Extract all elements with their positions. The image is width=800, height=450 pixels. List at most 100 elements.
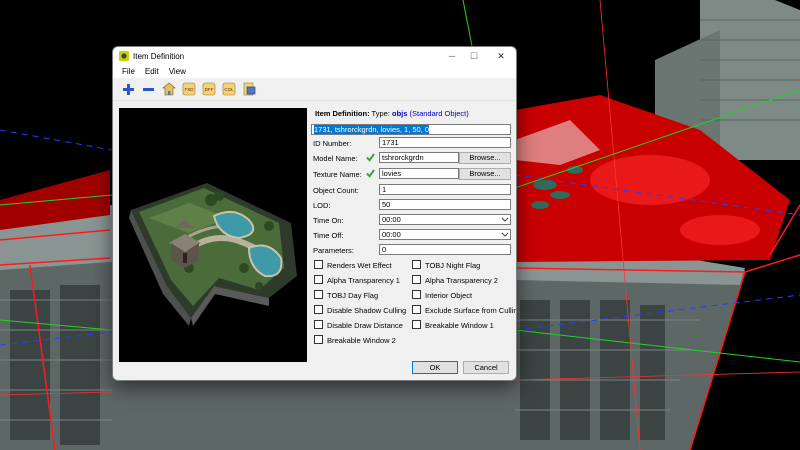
menu-view[interactable]: View: [164, 66, 191, 78]
minus-icon: [143, 87, 154, 91]
flag-exclude-surface-culling[interactable]: Exclude Surface from Culling: [412, 305, 517, 317]
lod-input[interactable]: 50: [379, 199, 511, 210]
parameters-row: Parameters: 0: [311, 244, 511, 256]
flag-label: Disable Shadow Culling: [327, 306, 407, 315]
export-icon: [243, 82, 255, 96]
time-off-select[interactable]: 00:00: [379, 229, 511, 240]
parameters-input[interactable]: 0: [379, 244, 511, 255]
flag-label: Alpha Transparency 2: [425, 276, 498, 285]
txd-icon: TXD: [182, 82, 195, 96]
object-count-label: Object Count:: [313, 186, 359, 195]
home-button[interactable]: [161, 82, 176, 97]
col-label: COL: [224, 87, 234, 92]
flag-label: Disable Draw Distance: [327, 321, 403, 330]
model-name-value: tshrorckgrdn: [382, 153, 424, 162]
model-name-label: Model Name:: [313, 154, 358, 163]
time-on-label: Time On:: [313, 216, 344, 225]
texture-name-label: Texture Name:: [313, 170, 362, 179]
object-count-row: Object Count: 1: [311, 184, 511, 196]
object-count-input[interactable]: 1: [379, 184, 511, 195]
flag-label: Alpha Transparency 1: [327, 276, 400, 285]
definition-line-text: 1731, tshrorckgrdn, lovies, 1, 50, 0: [314, 125, 430, 134]
dff-label: DFF: [204, 87, 213, 92]
checkbox-box: [314, 275, 323, 284]
definition-line-input[interactable]: 1731, tshrorckgrdn, lovies, 1, 50, 0: [311, 124, 511, 135]
title-bar[interactable]: Item Definition ─ ☐ ✕: [113, 47, 516, 66]
model-render: [129, 183, 297, 326]
dff-icon: DFF: [202, 82, 215, 96]
time-on-row: Time On: 00:00: [311, 214, 511, 226]
app-icon: [119, 51, 129, 61]
model-name-row: Model Name: tshrorckgrdn Browse...: [311, 152, 511, 164]
col-icon: COL: [222, 82, 235, 96]
flag-label: Interior Object: [425, 291, 473, 300]
menu-edit[interactable]: Edit: [140, 66, 164, 78]
menu-file[interactable]: File: [117, 66, 140, 78]
txd-label: TXD: [184, 87, 194, 92]
flag-alpha-transparency-1[interactable]: Alpha Transparency 1: [314, 275, 400, 287]
export-button[interactable]: [241, 82, 256, 97]
col-button[interactable]: COL: [221, 82, 236, 97]
model-browse-button[interactable]: Browse...: [459, 152, 511, 164]
flag-tobj-day[interactable]: TOBJ Day Flag: [314, 290, 378, 302]
checkbox-box: [314, 260, 323, 269]
flag-interior-object[interactable]: Interior Object: [412, 290, 472, 302]
flag-disable-shadow-culling[interactable]: Disable Shadow Culling: [314, 305, 406, 317]
checkbox-box: [412, 260, 421, 269]
flag-disable-draw-distance[interactable]: Disable Draw Distance: [314, 320, 403, 332]
ok-button[interactable]: OK: [412, 361, 458, 374]
time-off-label: Time Off:: [313, 231, 344, 240]
texture-browse-button[interactable]: Browse...: [459, 168, 511, 180]
checkbox-box: [314, 335, 323, 344]
flag-label: TOBJ Day Flag: [327, 291, 379, 300]
lod-value: 50: [382, 200, 391, 209]
definition-header: Item Definition: Type: objs (Standard Ob…: [315, 109, 469, 118]
type-description: (Standard Object): [409, 109, 469, 118]
time-on-value: 00:00: [382, 215, 401, 224]
flag-label: Exclude Surface from Culling: [425, 306, 517, 315]
flag-tobj-night[interactable]: TOBJ Night Flag: [412, 260, 480, 272]
flag-breakable-window-1[interactable]: Breakable Window 1: [412, 320, 494, 332]
flag-renders-wet-effect[interactable]: Renders Wet Effect: [314, 260, 392, 272]
parameters-value: 0: [382, 245, 387, 254]
lod-row: LOD: 50: [311, 199, 511, 211]
add-button[interactable]: [121, 82, 136, 97]
txd-button[interactable]: TXD: [181, 82, 196, 97]
close-icon[interactable]: ✕: [494, 50, 508, 62]
time-off-value: 00:00: [382, 230, 401, 239]
flag-breakable-window-2[interactable]: Breakable Window 2: [314, 335, 396, 347]
texture-name-value: lovies: [382, 169, 402, 178]
id-number-input[interactable]: 1731: [379, 137, 511, 148]
model-name-input[interactable]: tshrorckgrdn: [379, 152, 459, 163]
model-preview[interactable]: [119, 108, 307, 362]
checkbox-box: [314, 290, 323, 299]
type-value: objs: [391, 109, 408, 118]
plus-icon: [123, 83, 134, 95]
checkbox-box: [412, 275, 421, 284]
type-prefix: Type:: [371, 109, 390, 118]
flag-label: Breakable Window 2: [327, 336, 396, 345]
flag-alpha-transparency-2[interactable]: Alpha Transparency 2: [412, 275, 498, 287]
checkbox-box: [412, 305, 421, 314]
texture-name-input[interactable]: lovies: [379, 168, 459, 179]
time-off-row: Time Off: 00:00: [311, 229, 511, 241]
flag-label: Breakable Window 1: [425, 321, 494, 330]
dff-button[interactable]: DFF: [201, 82, 216, 97]
remove-button[interactable]: [141, 82, 156, 97]
id-number-row: ID Number: 1731: [311, 137, 511, 149]
window-title: Item Definition: [133, 52, 185, 61]
maximize-icon[interactable]: ☐: [467, 50, 481, 62]
house-icon: [161, 82, 176, 96]
flag-label: TOBJ Night Flag: [425, 261, 481, 270]
checkbox-box: [412, 320, 421, 329]
checkbox-box: [314, 320, 323, 329]
time-on-select[interactable]: 00:00: [379, 214, 511, 225]
texture-name-row: Texture Name: lovies Browse...: [311, 168, 511, 180]
item-definition-dialog: Item Definition ─ ☐ ✕ File Edit View TXD…: [112, 46, 517, 381]
header-label: Item Definition:: [315, 109, 370, 118]
flag-label: Renders Wet Effect: [327, 261, 392, 270]
minimize-icon[interactable]: ─: [445, 50, 459, 62]
cancel-button[interactable]: Cancel: [463, 361, 509, 374]
toolbar: TXD DFF COL: [113, 78, 516, 101]
checkbox-box: [314, 305, 323, 314]
